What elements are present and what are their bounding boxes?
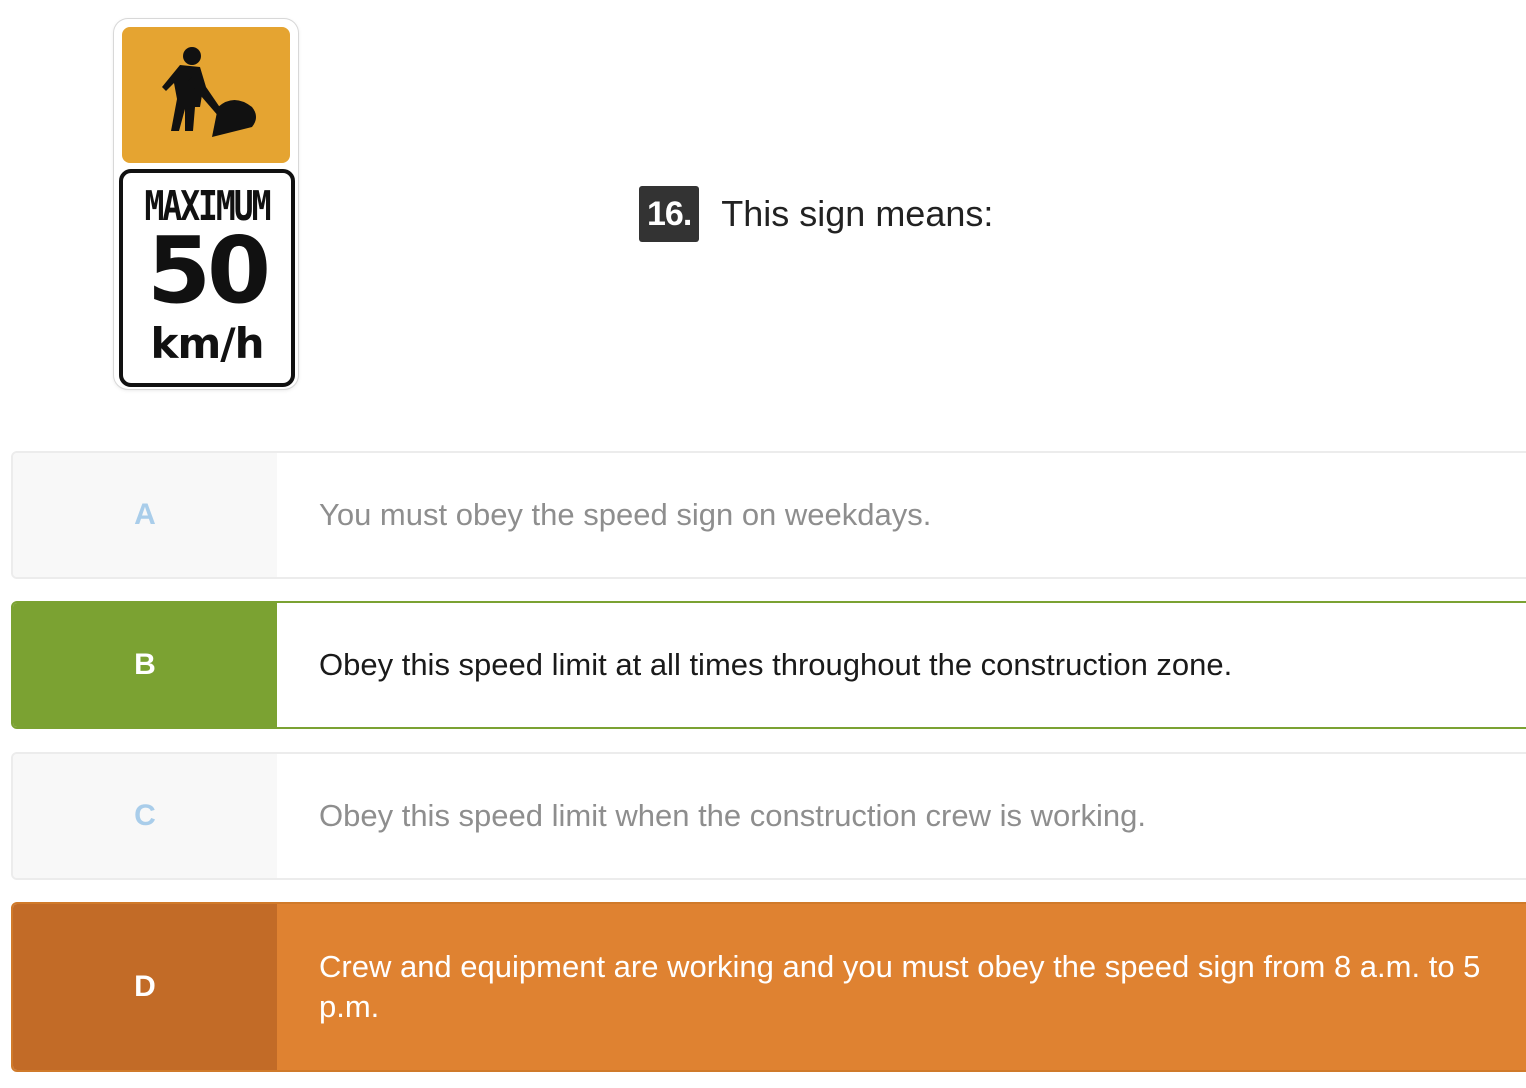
sign-speed-unit: km/h bbox=[150, 319, 265, 368]
answer-text: Obey this speed limit at all times throu… bbox=[319, 647, 1233, 682]
question-header: 16. This sign means: bbox=[639, 186, 993, 242]
answer-text: You must obey the speed sign on weekdays… bbox=[319, 497, 932, 532]
answer-letter: A bbox=[13, 453, 277, 577]
answer-letter: D bbox=[13, 904, 277, 1070]
construction-worker-icon bbox=[162, 47, 256, 137]
question-number-badge: 16. bbox=[639, 186, 700, 242]
answer-option-d[interactable]: D Crew and equipment are working and you… bbox=[11, 902, 1526, 1072]
answer-letter: B bbox=[13, 603, 277, 727]
answer-letter: C bbox=[13, 754, 277, 878]
sign-bottom-panel: MAXIMUM 50 km/h bbox=[119, 169, 295, 387]
sign-speed-number: 50 bbox=[146, 217, 271, 324]
question-text: This sign means: bbox=[721, 193, 994, 234]
quiz-page: MAXIMUM 50 km/h 16. This sign means: A Y… bbox=[0, 0, 1526, 1088]
answer-text: Crew and equipment are working and you m… bbox=[277, 904, 1526, 1070]
answer-option-b[interactable]: B Obey this speed limit at all times thr… bbox=[11, 601, 1526, 729]
sign-top-panel bbox=[122, 27, 290, 163]
answer-option-a[interactable]: A You must obey the speed sign on weekda… bbox=[11, 451, 1526, 579]
road-sign-image: MAXIMUM 50 km/h bbox=[114, 19, 298, 389]
answer-option-c[interactable]: C Obey this speed limit when the constru… bbox=[11, 752, 1526, 880]
answer-text: Obey this speed limit when the construct… bbox=[319, 798, 1147, 833]
